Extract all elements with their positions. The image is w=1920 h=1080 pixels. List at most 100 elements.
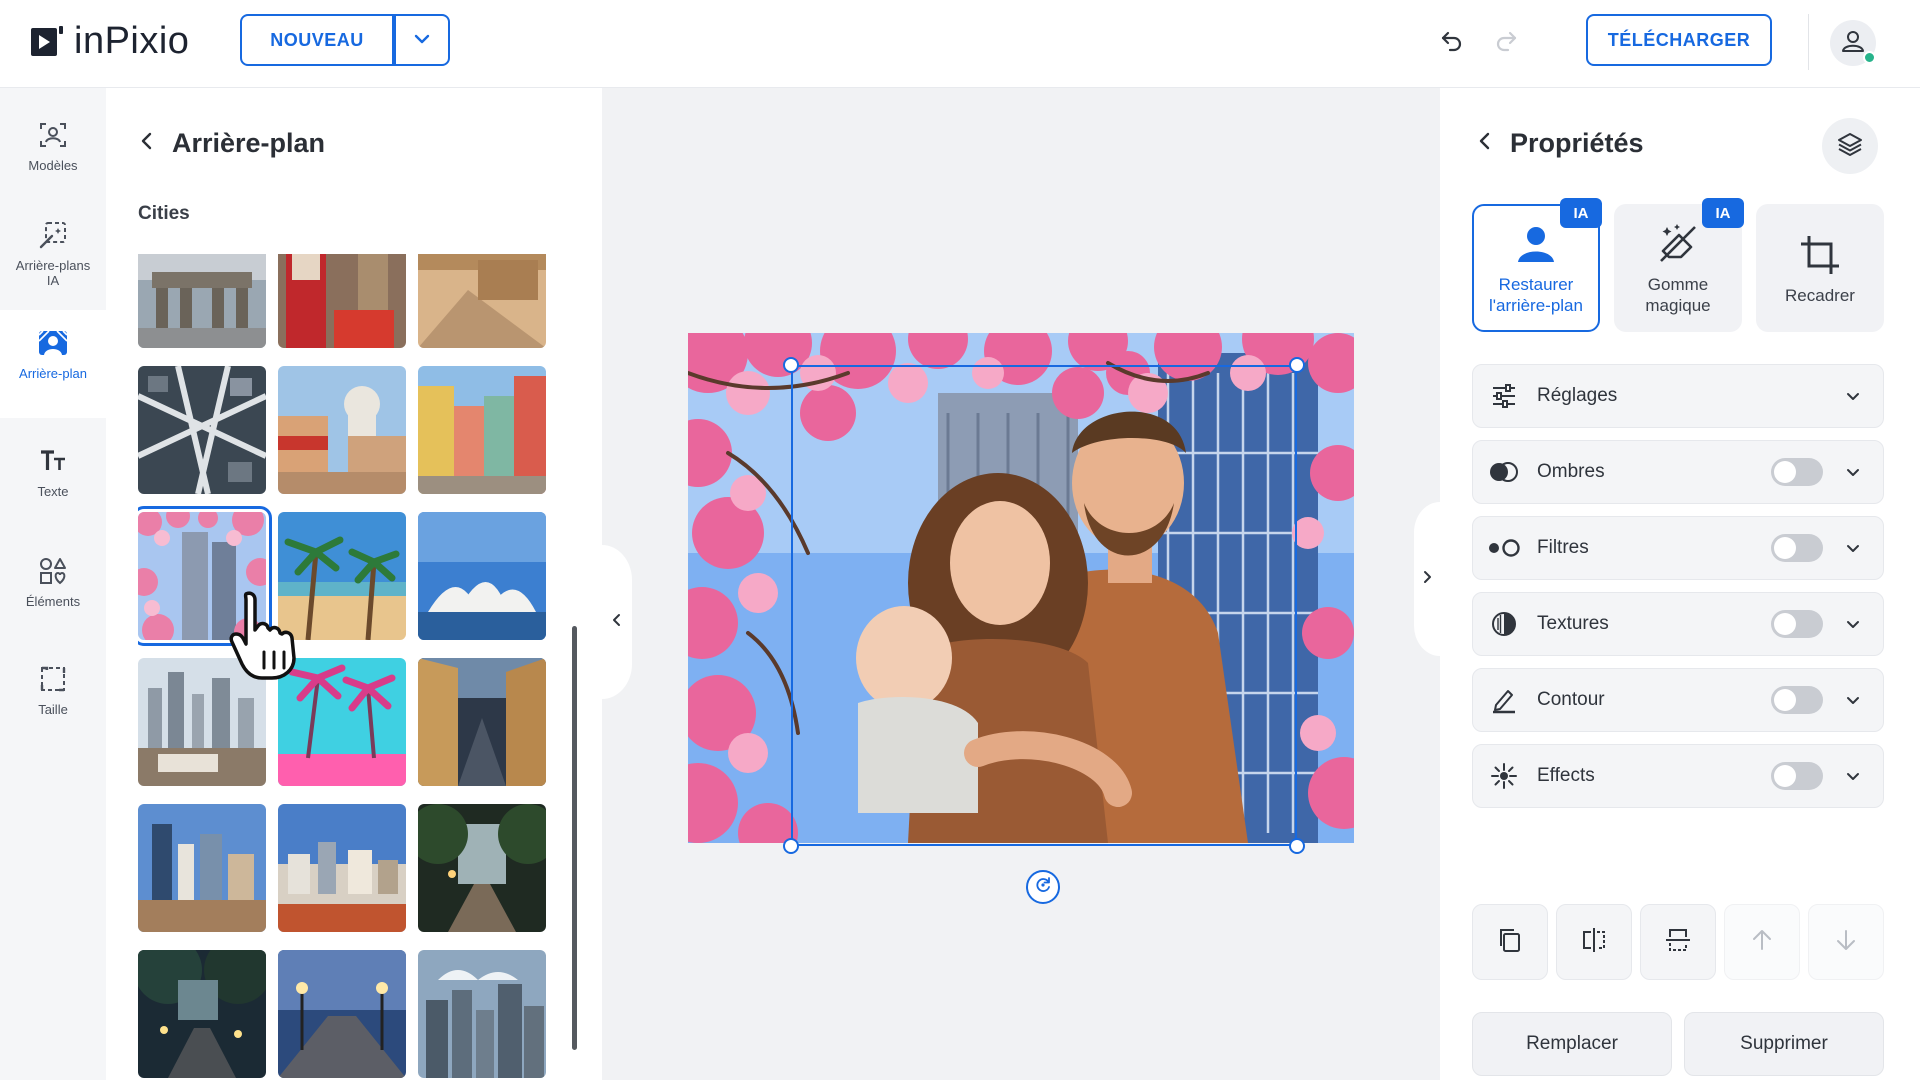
accordion-shadows[interactable]: Ombres: [1472, 440, 1884, 504]
undo-button[interactable]: [1434, 24, 1470, 60]
flip-horizontal-icon: [1580, 926, 1608, 959]
magic-eraser-icon: [1654, 220, 1702, 268]
background-thumbnail[interactable]: [418, 804, 546, 932]
logo-play-icon: [30, 25, 64, 59]
tool-rail: Modèles Arrière-plans IA Arrière-plan Te…: [0, 88, 106, 1080]
background-thumbnail[interactable]: [138, 804, 266, 932]
canvas-image[interactable]: [688, 333, 1354, 843]
accordion-textures[interactable]: Textures: [1472, 592, 1884, 656]
accordion-label: Ombres: [1537, 461, 1605, 482]
crop-icon: [1796, 231, 1844, 279]
rail-item-label: Arrière-plans IA: [15, 258, 91, 288]
download-button[interactable]: TÉLÉCHARGER: [1586, 14, 1772, 66]
logo-text: inPixio: [74, 20, 190, 62]
layers-button[interactable]: [1822, 118, 1878, 174]
background-thumbnail[interactable]: [138, 950, 266, 1078]
replace-button[interactable]: Remplacer: [1472, 1012, 1672, 1076]
back-arrow-icon[interactable]: [1474, 130, 1496, 157]
rotate-icon: [1033, 875, 1053, 900]
shadows-toggle[interactable]: [1771, 458, 1823, 486]
duplicate-button[interactable]: [1472, 904, 1548, 980]
flip-horizontal-button[interactable]: [1556, 904, 1632, 980]
collapse-left-panel-button[interactable]: [602, 545, 632, 699]
properties-header: Propriétés: [1474, 128, 1644, 159]
background-thumbnail[interactable]: [418, 512, 546, 640]
delete-button[interactable]: Supprimer: [1684, 1012, 1884, 1076]
background-thumbnail[interactable]: [138, 366, 266, 494]
background-thumbnail[interactable]: [418, 950, 546, 1078]
chevron-down-icon: [1843, 386, 1863, 406]
rail-item-elements[interactable]: Éléments: [0, 554, 106, 609]
effects-toggle[interactable]: [1771, 762, 1823, 790]
chevron-down-icon: [1843, 462, 1863, 482]
rail-item-size[interactable]: Taille: [0, 662, 106, 717]
background-thumbnail[interactable]: [418, 254, 546, 348]
app-logo[interactable]: inPixio: [30, 20, 189, 63]
undo-icon: [1439, 27, 1465, 58]
accordion-outline[interactable]: Contour: [1472, 668, 1884, 732]
resize-handle-top-left[interactable]: [783, 357, 799, 373]
panel-title: Arrière-plan: [172, 128, 326, 158]
back-arrow-icon[interactable]: [136, 130, 158, 157]
crop-tool[interactable]: Recadrer: [1756, 204, 1884, 332]
section-label: Cities: [138, 203, 190, 224]
filters-toggle[interactable]: [1771, 534, 1823, 562]
background-panel: Arrière-plan Cities: [106, 88, 602, 1080]
background-thumbnail[interactable]: [418, 658, 546, 786]
accordion-filters[interactable]: Filtres: [1472, 516, 1884, 580]
accordion-label: Effects: [1537, 765, 1595, 786]
accordion-adjustments[interactable]: Réglages: [1472, 364, 1884, 428]
background-thumbnail[interactable]: [278, 804, 406, 932]
rail-item-label: Arrière-plan: [19, 366, 87, 381]
rail-item-background[interactable]: Arrière-plan: [0, 310, 106, 418]
resize-handle-bottom-right[interactable]: [1289, 838, 1305, 854]
panel-scrollbar[interactable]: [572, 626, 577, 1050]
resize-handle-top-right[interactable]: [1289, 357, 1305, 373]
accordion-effects[interactable]: Effects: [1472, 744, 1884, 808]
background-thumbnail[interactable]: [418, 366, 546, 494]
tool-label: Recadrer: [1785, 285, 1855, 305]
background-thumbnail[interactable]: [278, 254, 406, 348]
collapse-right-panel-button[interactable]: [1414, 502, 1440, 656]
move-up-button[interactable]: [1724, 904, 1800, 980]
background-thumbnail[interactable]: [278, 366, 406, 494]
tool-label: Restaurer l'arrière-plan: [1489, 275, 1583, 315]
rail-item-ai-backgrounds[interactable]: Arrière-plans IA: [0, 218, 106, 288]
outline-toggle[interactable]: [1771, 686, 1823, 714]
redo-icon: [1493, 27, 1519, 58]
rail-item-templates[interactable]: Modèles: [0, 118, 106, 173]
resize-handle-bottom-left[interactable]: [783, 838, 799, 854]
arrow-down-icon: [1833, 927, 1859, 958]
chevron-down-icon: [1843, 538, 1863, 558]
magic-eraser-tool[interactable]: IA Gomme magique: [1614, 198, 1744, 332]
rail-item-text[interactable]: Texte: [0, 444, 106, 499]
background-thumbnail[interactable]: [278, 950, 406, 1078]
rotate-handle[interactable]: [1026, 870, 1060, 904]
online-status-dot: [1863, 51, 1876, 64]
accordion-label: Réglages: [1537, 385, 1618, 406]
panel-header: Arrière-plan: [136, 128, 325, 159]
background-grid: [138, 254, 558, 1080]
accordion-label: Textures: [1537, 613, 1609, 634]
layers-icon: [1836, 130, 1864, 163]
redo-button[interactable]: [1488, 24, 1524, 60]
chevron-right-icon: [1419, 569, 1435, 590]
rail-item-label: Taille: [38, 702, 68, 717]
user-icon: [1840, 28, 1866, 59]
new-dropdown-button[interactable]: [394, 14, 450, 66]
properties-panel: Propriétés IA Restaurer l'arrière-plan I…: [1440, 88, 1920, 1080]
templates-icon: [36, 118, 70, 152]
new-button[interactable]: NOUVEAU: [240, 14, 394, 66]
chevron-down-icon: [1843, 614, 1863, 634]
background-thumbnail[interactable]: [138, 254, 266, 348]
flip-vertical-button[interactable]: [1640, 904, 1716, 980]
user-avatar-button[interactable]: [1830, 20, 1876, 66]
filters-icon: [1487, 531, 1521, 565]
move-down-button[interactable]: [1808, 904, 1884, 980]
textures-toggle[interactable]: [1771, 610, 1823, 638]
restore-background-tool[interactable]: IA Restaurer l'arrière-plan: [1472, 198, 1602, 332]
ai-badge: IA: [1560, 198, 1602, 228]
chevron-down-icon: [1843, 690, 1863, 710]
arrow-up-icon: [1749, 927, 1775, 958]
person-icon: [1512, 220, 1560, 268]
